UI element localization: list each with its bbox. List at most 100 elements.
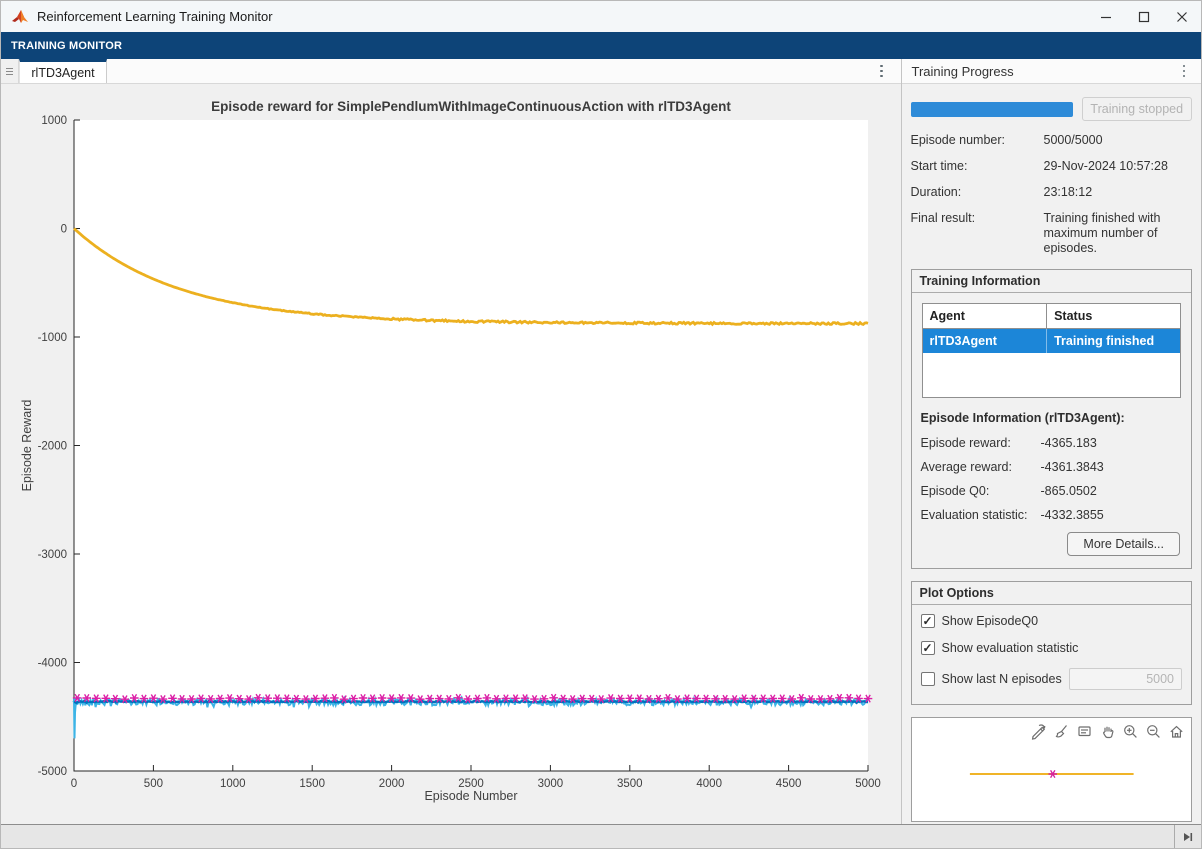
x-tick-label: 1500: [299, 778, 325, 790]
stat-value: -4365.183: [1040, 436, 1097, 450]
option-show-episodeq0: ✓ Show EpisodeQ0: [920, 614, 1183, 628]
app-window: Reinforcement Learning Training Monitor …: [0, 0, 1202, 849]
field-value: Training finished with maximum number of…: [1043, 211, 1161, 255]
field-label: Duration:: [910, 185, 962, 199]
datatips-icon[interactable]: [1075, 722, 1094, 741]
field-label: Final result:: [910, 211, 976, 225]
tab-rltd3agent[interactable]: rlTD3Agent: [19, 59, 107, 83]
x-tick-label: 3500: [617, 778, 643, 790]
show-episodeq0-checkbox[interactable]: ✓: [920, 614, 935, 628]
x-tick-label: 4500: [776, 778, 802, 790]
title-bar: Reinforcement Learning Training Monitor: [1, 1, 1201, 32]
field-value: 23:18:12: [1043, 185, 1093, 199]
field-start-time: Start time: 29-Nov-2024 10:57:28: [911, 159, 1193, 174]
tab-label: rlTD3Agent: [31, 65, 95, 80]
more-details-button[interactable]: More Details...: [1067, 532, 1180, 556]
option-show-last-n-episodes: Show last N episodes: [920, 668, 1182, 690]
tab-bar-spacer: [107, 59, 869, 83]
training-progress-bar: [910, 101, 1073, 117]
zoom-in-icon[interactable]: [1121, 722, 1140, 741]
zoom-out-icon[interactable]: [1144, 722, 1163, 741]
show-last-n-episodes-checkbox[interactable]: [920, 672, 935, 686]
episode-reward-chart[interactable]: 0 500 1000 1500 2000 2500 3000 3500 4000 4500 5000…: [1, 84, 902, 826]
close-button[interactable]: [1163, 1, 1201, 32]
option-label: Show last N episodes: [941, 672, 1062, 686]
status-bar: [1, 824, 1201, 848]
plot-options-panel: Plot Options ✓ Show EpisodeQ0 ✓ Show eva…: [910, 581, 1192, 705]
x-tick-label: 2000: [379, 778, 405, 790]
maximize-button[interactable]: [1125, 1, 1163, 32]
agent-status-table: Agent Status rlTD3Agent Training finishe…: [921, 303, 1181, 398]
export-icon[interactable]: [1029, 722, 1048, 741]
y-tick-label: 0: [61, 224, 67, 236]
stat-value: -4361.3843: [1040, 460, 1104, 474]
last-n-episodes-input[interactable]: [1069, 668, 1182, 690]
y-tick-label: -4000: [38, 658, 67, 670]
x-tick-label: 4000: [696, 778, 722, 790]
x-tick-label: 500: [144, 778, 163, 790]
chart-title: Episode reward for SimplePendlumWithImag…: [211, 99, 731, 114]
cell-agent: rlTD3Agent: [929, 334, 997, 348]
training-stopped-button[interactable]: Training stopped: [1081, 97, 1192, 121]
y-tick-label: -5000: [38, 766, 67, 778]
toolstrip-tab-training-monitor[interactable]: TRAINING MONITOR: [1, 32, 132, 59]
x-tick-label: 0: [71, 778, 77, 790]
minimize-button[interactable]: [1087, 1, 1125, 32]
y-tick-label: 1000: [41, 115, 67, 127]
toolstrip: TRAINING MONITOR: [1, 32, 1201, 59]
training-progress-header: Training Progress: [901, 59, 1201, 84]
training-progress-body: Training stopped Episode number: 5000/50…: [902, 84, 1202, 824]
plot-preview-panel[interactable]: [910, 717, 1192, 822]
expand-panel-button[interactable]: [1174, 825, 1201, 848]
tab-drag-handle[interactable]: [1, 59, 19, 83]
stat-label: Episode Q0:: [920, 484, 990, 498]
training-plot-area[interactable]: 0 500 1000 1500 2000 2500 3000 3500 4000 4500 5000…: [1, 84, 901, 824]
pan-icon[interactable]: [1098, 722, 1117, 741]
stat-episode-reward: Episode reward: -4365.183: [921, 436, 1183, 450]
window-title: Reinforcement Learning Training Monitor: [37, 9, 273, 24]
brush-icon[interactable]: [1052, 722, 1071, 741]
stat-label: Evaluation statistic:: [920, 508, 1028, 522]
chart-overflow-menu-button[interactable]: [869, 59, 895, 83]
column-header-agent: Agent: [929, 309, 965, 323]
y-tick-label: -1000: [38, 332, 67, 344]
expand-right-icon: [1184, 832, 1193, 841]
section-title: Training Information: [911, 270, 1191, 293]
x-axis-label: Episode Number: [424, 789, 517, 803]
stat-value: -865.0502: [1040, 484, 1097, 498]
field-episode-number: Episode number: 5000/5000: [911, 133, 1193, 148]
table-header-row: Agent Status: [922, 304, 1180, 329]
progress-fill: [910, 101, 1073, 117]
table-empty-area: [922, 353, 1180, 397]
field-value: 5000/5000: [1043, 133, 1103, 147]
overflow-menu-icon: [1182, 64, 1186, 78]
y-tick-label: -3000: [38, 549, 67, 561]
stat-episode-q0: Episode Q0: -865.0502: [921, 484, 1183, 498]
x-tick-label: 1000: [220, 778, 246, 790]
episode-info-title: Episode Information (rlTD3Agent):: [920, 411, 1125, 425]
field-value: 29-Nov-2024 10:57:28: [1043, 159, 1168, 173]
stat-value: -4332.3855: [1040, 508, 1104, 522]
panel-title: Training Progress: [911, 63, 1014, 79]
plot-background: [74, 120, 868, 771]
show-evaluation-statistic-checkbox[interactable]: ✓: [920, 641, 935, 655]
stat-label: Episode reward:: [920, 436, 1011, 450]
field-label: Episode number:: [910, 133, 1006, 147]
document-tab-bar: rlTD3Agent: [1, 59, 901, 84]
field-final-result: Final result: Training finished with max…: [911, 211, 1193, 256]
section-title: Plot Options: [911, 582, 1191, 605]
cell-status: Training finished: [1046, 329, 1180, 353]
field-duration: Duration: 23:18:12: [911, 185, 1193, 200]
y-tick-label: -2000: [38, 441, 67, 453]
overflow-menu-icon: [880, 64, 883, 78]
option-label: Show EpisodeQ0: [941, 614, 1039, 628]
x-tick-label: 5000: [855, 778, 881, 790]
axes-toolbar: [1029, 722, 1186, 741]
grip-icon: [6, 67, 13, 75]
table-row[interactable]: rlTD3Agent Training finished: [922, 329, 1180, 353]
panel-overflow-menu-button[interactable]: [1171, 64, 1197, 78]
column-header-status: Status: [1046, 304, 1180, 328]
home-icon[interactable]: [1167, 722, 1186, 741]
training-information-panel: Training Information Agent Status rlTD3A…: [910, 269, 1192, 569]
stat-label: Average reward:: [920, 460, 1013, 474]
